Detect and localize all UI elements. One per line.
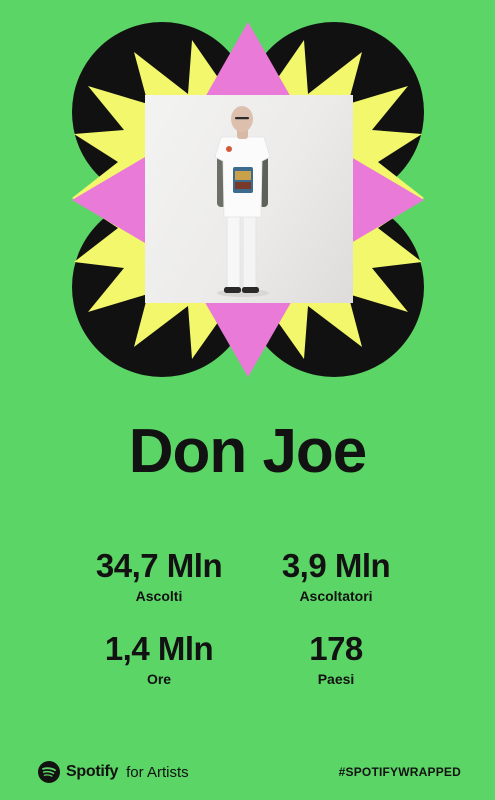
stat-label: Ore bbox=[146, 671, 172, 688]
hashtag: #SPOTIFYWRAPPED bbox=[338, 765, 461, 779]
stat-value: 3,9 Mln bbox=[281, 547, 391, 584]
artist-name: Don Joe bbox=[128, 417, 368, 486]
artwork-burst bbox=[72, 22, 424, 377]
stat-value: 1,4 Mln bbox=[104, 630, 214, 667]
stat-label: Ascolti bbox=[135, 588, 183, 605]
stat-listeners: 3,9 Mln Ascoltatori bbox=[246, 547, 426, 605]
stat-label: Ascoltatori bbox=[299, 588, 373, 605]
wrapped-card: Don Joe 34,7 Mln Ascolti 3,9 Mln Ascolta… bbox=[0, 0, 495, 800]
stat-hours: 1,4 Mln Ore bbox=[69, 630, 249, 688]
footer: Spotify for Artists #SPOTIFYWRAPPED bbox=[38, 758, 461, 786]
stat-label: Paesi bbox=[317, 671, 355, 688]
spotify-logo-icon bbox=[38, 761, 60, 783]
brand-name: Spotify bbox=[66, 763, 119, 780]
artist-figure-icon bbox=[214, 106, 271, 297]
stat-value: 34,7 Mln bbox=[95, 547, 223, 584]
brand-subtitle: for Artists bbox=[126, 763, 189, 781]
spotify-for-artists-brand: Spotify for Artists bbox=[38, 761, 189, 783]
artist-photo bbox=[145, 95, 353, 303]
stat-value: 178 bbox=[309, 630, 363, 667]
stat-countries: 178 Paesi bbox=[246, 630, 426, 688]
stat-streams: 34,7 Mln Ascolti bbox=[69, 547, 249, 605]
